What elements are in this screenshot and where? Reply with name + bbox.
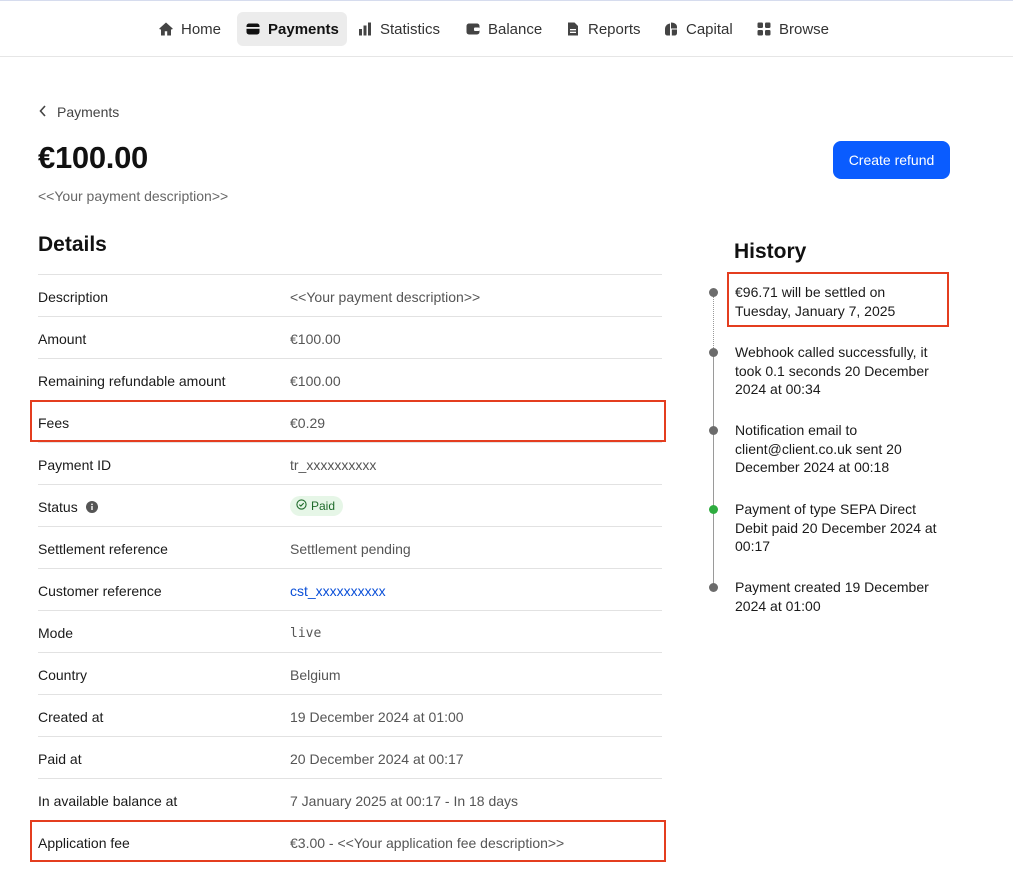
timeline-dot [709, 583, 718, 592]
payments-icon [245, 21, 261, 37]
create-refund-button[interactable]: Create refund [833, 141, 950, 179]
browse-icon [756, 21, 772, 37]
nav-payments-label: Payments [268, 20, 339, 38]
table-row: Status Paid [38, 484, 662, 526]
table-row: Customer reference cst_xxxxxxxxxx [38, 568, 662, 610]
table-row: Amount €100.00 [38, 316, 662, 358]
status-badge: Paid [290, 496, 344, 516]
row-label: Settlement reference [38, 541, 168, 557]
row-label: Mode [38, 625, 74, 641]
timeline-dot [709, 426, 718, 435]
row-label: Amount [38, 331, 87, 347]
nav-reports-label: Reports [588, 20, 641, 38]
chevron-left-icon [38, 104, 48, 120]
history-event: Payment of type SEPA Direct Debit paid 2… [735, 501, 937, 554]
back-link[interactable]: Payments [38, 104, 119, 120]
nav-balance[interactable]: Balance [457, 12, 550, 46]
table-row: Paid at 20 December 2024 at 00:17 [38, 736, 662, 778]
timeline-connector [713, 356, 714, 588]
statistics-icon [357, 21, 373, 37]
row-value: €100.00 [290, 331, 341, 347]
row-label: In available balance at [38, 793, 178, 809]
back-link-label: Payments [57, 104, 120, 120]
row-value: 7 January 2025 at 00:17 - In 18 days [290, 793, 519, 809]
row-value: live [290, 626, 322, 641]
fees-highlight-box [30, 400, 666, 442]
nav-home-label: Home [181, 20, 222, 38]
timeline-dot-success [709, 505, 718, 514]
nav-statistics[interactable]: Statistics [349, 12, 448, 46]
row-label: Description [38, 289, 109, 305]
row-label: Customer reference [38, 583, 162, 599]
nav-capital-label: Capital [686, 20, 733, 38]
row-label: Payment ID [38, 457, 112, 473]
payment-amount-title: €100.00 [38, 140, 148, 175]
table-row: Payment ID tr_xxxxxxxxxx [38, 442, 662, 484]
balance-icon [465, 21, 481, 37]
application-fee-highlight-box [30, 820, 666, 862]
status-badge-label: Paid [311, 499, 336, 513]
table-row: Country Belgium [38, 652, 662, 694]
check-circle-icon [296, 499, 307, 513]
row-label: Status [38, 499, 98, 515]
top-navigation: Home Payments Statistics Balance Reports… [0, 1, 1013, 57]
history-event: €96.71 will be settled on Tuesday, Janua… [735, 284, 896, 319]
status-label-text: Status [38, 499, 78, 515]
history-event: Webhook called successfully, it took 0.1… [735, 344, 929, 397]
row-value: €100.00 [290, 373, 341, 389]
table-row: Settlement reference Settlement pending [38, 526, 662, 568]
history-event: Notification email to client@client.co.u… [735, 422, 902, 475]
table-row: In available balance at 7 January 2025 a… [38, 778, 662, 820]
row-value: 19 December 2024 at 01:00 [290, 709, 464, 725]
history-title: History [734, 240, 807, 263]
nav-reports[interactable]: Reports [557, 12, 649, 46]
row-value: tr_xxxxxxxxxx [290, 457, 377, 473]
nav-home[interactable]: Home [150, 12, 229, 46]
details-table: Description <<Your payment description>>… [38, 274, 662, 862]
row-value: Settlement pending [290, 541, 411, 557]
timeline-dot [709, 348, 718, 357]
table-row: Created at 19 December 2024 at 01:00 [38, 694, 662, 736]
capital-icon [663, 21, 679, 37]
timeline-dot [709, 288, 718, 297]
nav-payments[interactable]: Payments [237, 12, 347, 46]
table-row: Mode live [38, 610, 662, 652]
nav-browse-label: Browse [779, 20, 830, 38]
details-title: Details [38, 233, 107, 256]
nav-balance-label: Balance [488, 20, 543, 38]
info-icon[interactable] [85, 501, 98, 513]
reports-icon [565, 21, 581, 37]
payment-description-subtitle: <<Your payment description>> [38, 188, 229, 204]
row-value: 20 December 2024 at 00:17 [290, 751, 464, 767]
customer-reference-link[interactable]: cst_xxxxxxxxxx [290, 583, 386, 599]
nav-statistics-label: Statistics [380, 20, 441, 38]
row-value: <<Your payment description>> [290, 289, 481, 305]
history-event: Payment created 19 December 2024 at 01:0… [735, 579, 929, 614]
row-label: Created at [38, 709, 104, 725]
timeline-connector-pending [713, 296, 714, 352]
row-value: Belgium [290, 667, 341, 683]
row-label: Paid at [38, 751, 82, 767]
table-row: Description <<Your payment description>> [38, 274, 662, 316]
nav-capital[interactable]: Capital [655, 12, 741, 46]
row-label: Country [38, 667, 88, 683]
table-row: Remaining refundable amount €100.00 [38, 358, 662, 400]
nav-browse[interactable]: Browse [748, 12, 837, 46]
row-label: Remaining refundable amount [38, 373, 226, 389]
home-icon [158, 21, 174, 37]
